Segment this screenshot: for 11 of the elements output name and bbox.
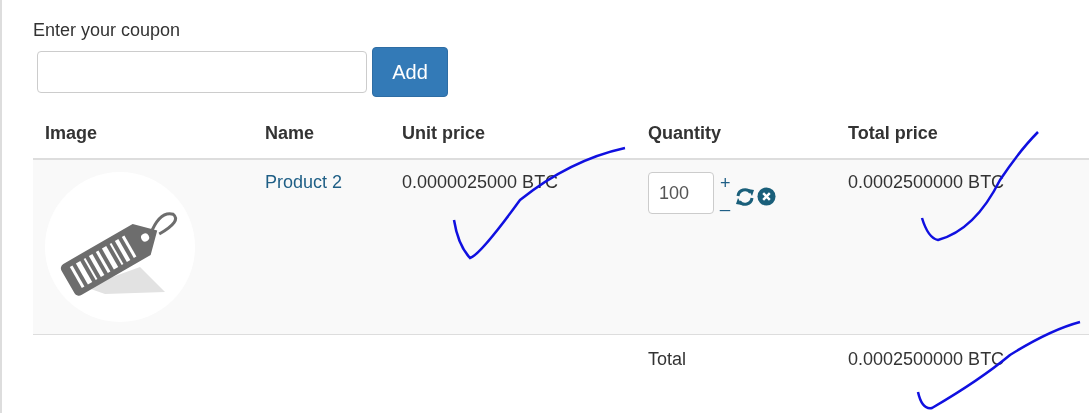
decrease-link[interactable]: _ — [720, 192, 731, 210]
product-link[interactable]: Product 2 — [265, 172, 343, 192]
increase-link[interactable]: + — [720, 174, 731, 192]
remove-icon[interactable] — [756, 187, 776, 206]
coupon-field[interactable] — [37, 51, 367, 93]
add-button[interactable]: Add — [372, 47, 448, 97]
total-label: Total — [648, 349, 687, 369]
refresh-icon[interactable] — [734, 187, 755, 207]
total-value: 0.0002500000 BTC — [848, 349, 1005, 369]
quantity-field[interactable]: 100 — [648, 172, 714, 214]
coupon-label: Enter your coupon — [33, 20, 182, 41]
